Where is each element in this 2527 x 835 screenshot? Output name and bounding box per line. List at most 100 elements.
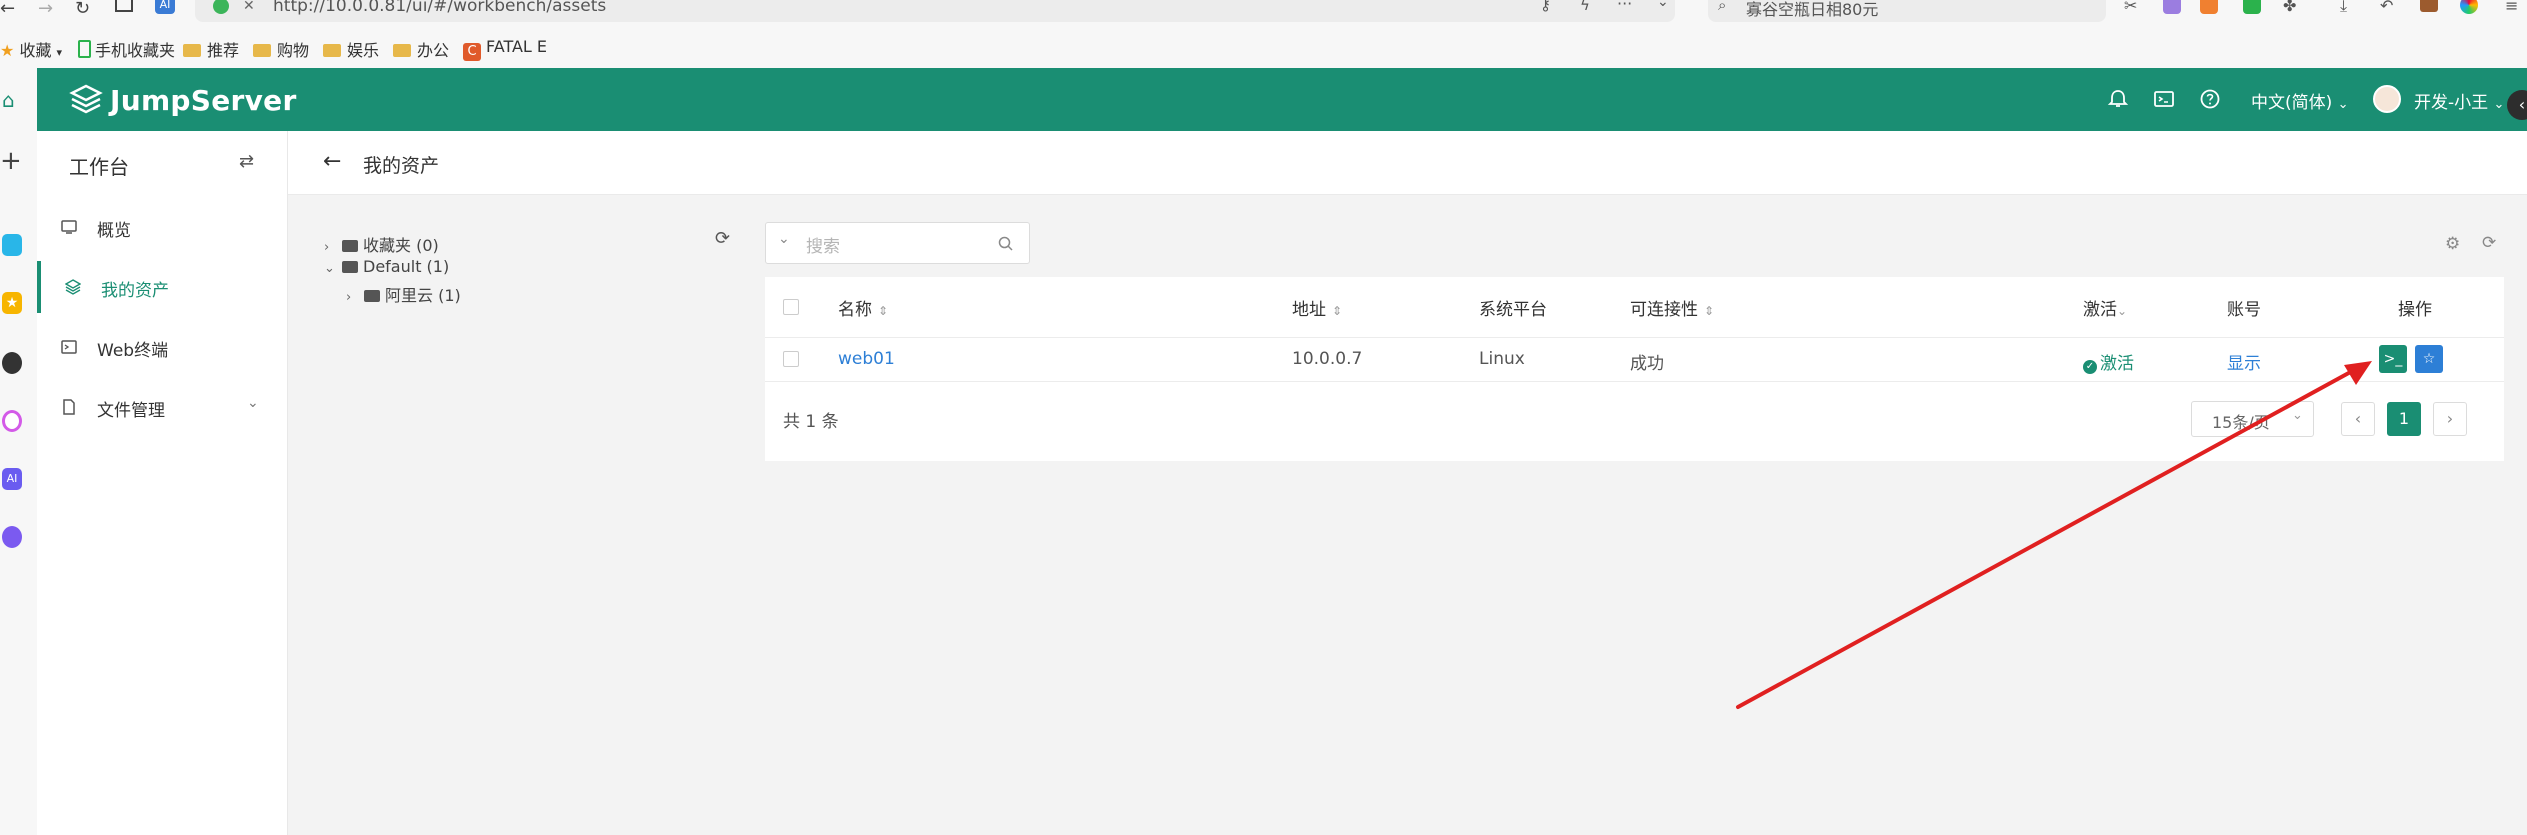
- terminal-icon[interactable]: [2153, 88, 2175, 110]
- col-connectivity[interactable]: 可连接性 ⇕: [1630, 295, 1714, 320]
- asset-address: 10.0.0.7: [1292, 349, 1363, 369]
- bookmark-recommend[interactable]: 推荐: [183, 37, 239, 61]
- bookmark-entertainment[interactable]: 娱乐: [323, 37, 379, 61]
- browser-search[interactable]: ⌕ 寡谷空瓶日相80元: [1708, 0, 2106, 22]
- chevron-down-icon[interactable]: ⌄: [324, 261, 338, 276]
- switch-view-icon[interactable]: ⇄: [239, 151, 254, 172]
- page-title: 我的资产: [363, 155, 440, 177]
- wallet-icon[interactable]: [2420, 0, 2438, 12]
- home-icon[interactable]: [115, 0, 133, 12]
- puzzle-icon[interactable]: ✤: [2283, 0, 2296, 15]
- sort-icon[interactable]: ⇕: [878, 304, 888, 318]
- extension-icon[interactable]: [2163, 0, 2181, 14]
- sidebar-item-label: 概览: [97, 221, 131, 241]
- bell-icon[interactable]: [2107, 88, 2129, 110]
- select-all-checkbox[interactable]: [783, 299, 799, 315]
- user-menu[interactable]: 开发-小王 ⌄: [2414, 88, 2504, 113]
- refresh-tree-icon[interactable]: ⟳: [715, 228, 730, 249]
- avatar[interactable]: [2373, 85, 2401, 113]
- browser-toolbar: ← → ↻ AI ✕ http://10.0.0.81/ui/#/workben…: [0, 0, 2527, 25]
- search-icon: ⌕: [1718, 0, 1727, 14]
- robot-icon[interactable]: [2, 352, 22, 374]
- bookmark-office[interactable]: 办公: [393, 37, 449, 61]
- chevron-right-icon[interactable]: ›: [324, 240, 338, 255]
- chat-icon[interactable]: [2243, 0, 2261, 14]
- ai-app-icon[interactable]: AI: [2, 468, 22, 490]
- ai-icon[interactable]: AI: [155, 0, 175, 14]
- phone-icon: [78, 40, 91, 58]
- profile-icon[interactable]: [2460, 0, 2478, 14]
- bot-icon[interactable]: [2, 526, 22, 548]
- download-icon[interactable]: ⤓: [2340, 0, 2347, 16]
- favorite-button[interactable]: ☆: [2415, 345, 2443, 373]
- chevron-down-icon: ⌄: [2493, 97, 2505, 112]
- filter-icon[interactable]: ⌄: [2117, 304, 2127, 318]
- back-arrow-icon[interactable]: ←: [323, 149, 341, 174]
- row-checkbox[interactable]: [783, 351, 799, 367]
- col-actions: 操作: [2398, 300, 2432, 320]
- col-active[interactable]: 激活⌄: [2083, 295, 2127, 320]
- layers-icon: [65, 279, 81, 295]
- ai-ring-icon[interactable]: [2, 410, 22, 432]
- url-text[interactable]: http://10.0.0.81/ui/#/workbench/assets: [273, 0, 606, 16]
- sidebar-item-file-manager[interactable]: 文件管理 ⌄: [37, 381, 287, 433]
- secure-icon: [213, 0, 229, 14]
- col-name[interactable]: 名称 ⇕: [838, 295, 888, 320]
- menu-icon[interactable]: ≡: [2505, 0, 2518, 15]
- chevron-right-icon[interactable]: ›: [346, 290, 360, 305]
- bookmark-favorites[interactable]: ★ 收藏 ▾: [0, 37, 62, 61]
- forward-icon[interactable]: →: [38, 0, 53, 19]
- star-app-icon[interactable]: ★: [2, 292, 22, 314]
- address-bar[interactable]: ✕ http://10.0.0.81/ui/#/workbench/assets…: [195, 0, 1675, 22]
- scissors-icon[interactable]: ✂: [2124, 0, 2137, 15]
- more-icon[interactable]: ···: [1617, 0, 1632, 13]
- refresh-icon[interactable]: ⟳: [2482, 233, 2496, 253]
- help-icon[interactable]: [2199, 88, 2221, 110]
- sidebar-item-web-terminal[interactable]: Web终端: [37, 321, 287, 373]
- home-icon[interactable]: ⌂: [2, 88, 15, 112]
- collapse-panel-button[interactable]: ‹: [2507, 90, 2527, 120]
- c-logo-icon: C: [463, 43, 481, 61]
- back-icon[interactable]: ←: [0, 0, 15, 19]
- folder-icon: [342, 240, 358, 252]
- app-tile-icon[interactable]: [2, 234, 22, 256]
- game-icon[interactable]: [2200, 0, 2218, 14]
- chevron-down-icon[interactable]: ⌄: [778, 231, 790, 247]
- bolt-icon[interactable]: ϟ: [1580, 0, 1590, 14]
- sidebar-item-my-assets[interactable]: 我的资产: [37, 261, 287, 313]
- connect-button[interactable]: >_: [2379, 345, 2407, 373]
- asset-platform: Linux: [1479, 349, 1525, 369]
- browser-search-text[interactable]: 寡谷空瓶日相80元: [1746, 0, 1878, 20]
- annotation-arrow-icon: [1736, 361, 2372, 709]
- asset-name-link[interactable]: web01: [838, 349, 895, 369]
- star-icon: ★: [0, 41, 15, 60]
- key-icon[interactable]: ⚷: [1540, 0, 1551, 14]
- tree-node-favorites[interactable]: › 收藏夹 (0): [324, 232, 439, 256]
- col-address[interactable]: 地址 ⇕: [1292, 295, 1342, 320]
- tree-node-default[interactable]: ⌄ Default (1): [324, 257, 449, 276]
- sidebar-title: 工作台: [69, 155, 129, 179]
- chevron-down-icon: ⌄: [247, 395, 259, 411]
- add-icon[interactable]: +: [0, 146, 22, 176]
- page-number-button[interactable]: 1: [2387, 402, 2421, 436]
- next-page-button[interactable]: ›: [2433, 402, 2467, 436]
- language-select[interactable]: 中文(简体) ⌄: [2251, 88, 2349, 113]
- terminal-icon: [61, 340, 77, 354]
- sort-icon[interactable]: ⇕: [1332, 304, 1342, 318]
- total-count: 共 1 条: [783, 412, 839, 432]
- site-icon: ✕: [243, 0, 255, 14]
- file-icon: [63, 399, 75, 415]
- sidebar-item-overview[interactable]: 概览: [37, 201, 287, 253]
- search-input[interactable]: ⌄ 搜索: [765, 222, 1030, 264]
- bookmark-fatal[interactable]: C FATAL E: [463, 37, 547, 61]
- bookmark-mobile[interactable]: 手机收藏夹: [78, 37, 175, 61]
- chevron-down-icon[interactable]: ⌄: [1657, 0, 1669, 10]
- brand-name[interactable]: JumpServer: [110, 84, 297, 117]
- settings-icon[interactable]: ⚙: [2445, 234, 2460, 254]
- reload-icon[interactable]: ↻: [75, 0, 90, 19]
- undo-icon[interactable]: ↶: [2380, 0, 2393, 15]
- sort-icon[interactable]: ⇕: [1704, 304, 1714, 318]
- tree-node-aliyun[interactable]: › 阿里云 (1): [346, 282, 461, 306]
- folder-icon: [253, 44, 271, 57]
- bookmark-shopping[interactable]: 购物: [253, 37, 309, 61]
